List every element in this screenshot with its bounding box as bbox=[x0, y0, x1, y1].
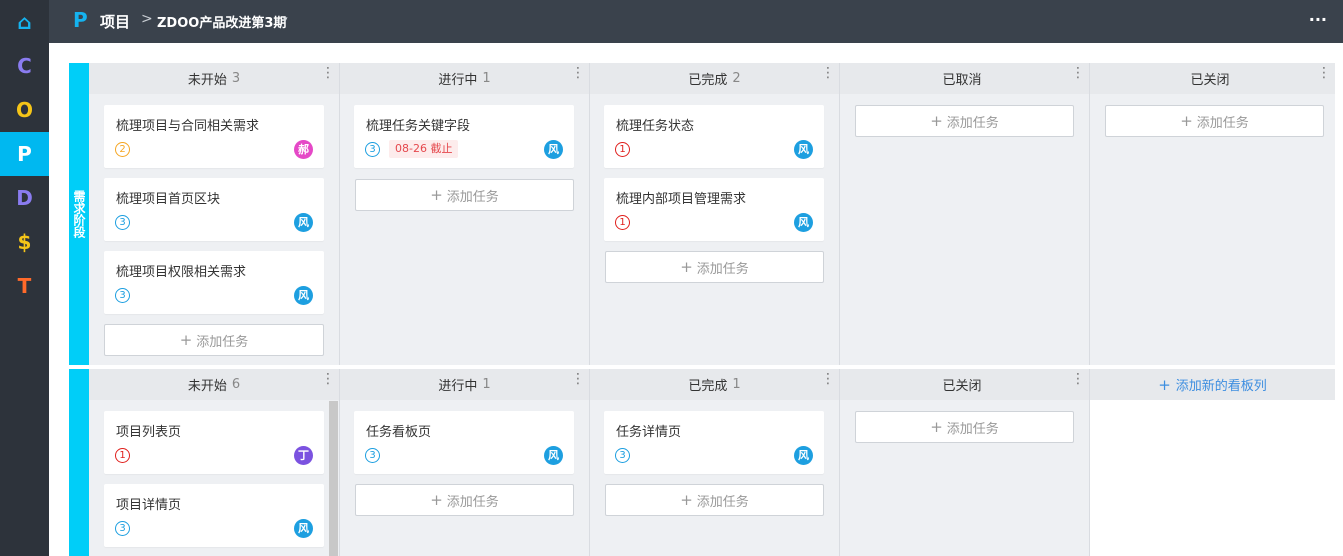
column-header[interactable]: 进行中 1 ⋮ bbox=[340, 369, 589, 400]
task-card[interactable]: 梳理项目与合同相关需求 2 郝 bbox=[104, 105, 324, 168]
lane-label[interactable] bbox=[69, 369, 89, 556]
plus-icon: + bbox=[1158, 375, 1171, 394]
column-menu-icon[interactable]: ⋮ bbox=[821, 66, 835, 80]
nav-cash-icon[interactable]: $ bbox=[0, 220, 49, 264]
priority-badge: 3 bbox=[115, 521, 130, 536]
column-header[interactable]: 已关闭 ⋮ bbox=[840, 369, 1089, 400]
task-title: 任务看板页 bbox=[366, 425, 432, 440]
column-header[interactable]: 已完成 1 ⋮ bbox=[590, 369, 839, 400]
add-task-button[interactable]: + 添加任务 bbox=[355, 179, 574, 211]
column-header[interactable]: 已完成 2 ⋮ bbox=[590, 63, 839, 94]
priority-badge: 1 bbox=[615, 142, 630, 157]
task-card[interactable]: 梳理任务关键字段 3 08-26 截止 风 bbox=[354, 105, 574, 168]
avatar[interactable]: 风 bbox=[794, 213, 813, 232]
column-menu-icon[interactable]: ⋮ bbox=[571, 66, 585, 80]
add-task-button[interactable]: + 添加任务 bbox=[855, 411, 1074, 443]
nav-crm-icon[interactable]: C bbox=[0, 44, 49, 88]
add-task-button[interactable]: + 添加任务 bbox=[104, 324, 324, 356]
more-menu-icon[interactable]: ··· bbox=[1309, 10, 1327, 29]
nav-doc-icon[interactable]: D bbox=[0, 176, 49, 220]
column-menu-icon[interactable]: ⋮ bbox=[571, 372, 585, 386]
task-card[interactable]: 梳理项目首页区块 3 风 bbox=[104, 178, 324, 241]
avatar[interactable]: 丁 bbox=[294, 446, 313, 465]
column-menu-icon[interactable]: ⋮ bbox=[1317, 66, 1331, 80]
plus-icon: + bbox=[1180, 112, 1193, 130]
priority-badge: 3 bbox=[365, 448, 380, 463]
avatar[interactable]: 风 bbox=[794, 140, 813, 159]
column-header[interactable]: 已关闭 ⋮ bbox=[1090, 63, 1335, 94]
priority-badge: 3 bbox=[615, 448, 630, 463]
add-task-button[interactable]: + 添加任务 bbox=[355, 484, 574, 516]
avatar[interactable]: 风 bbox=[294, 286, 313, 305]
priority-badge: 3 bbox=[365, 142, 380, 157]
column-menu-icon[interactable]: ⋮ bbox=[1071, 372, 1085, 386]
project-title[interactable]: ZDOO产品改进第3期 bbox=[157, 12, 286, 31]
avatar[interactable]: 风 bbox=[544, 446, 563, 465]
column-header[interactable]: 进行中 1 ⋮ bbox=[340, 63, 589, 94]
task-title: 梳理项目权限相关需求 bbox=[116, 265, 247, 280]
module-link[interactable]: 项目 bbox=[100, 11, 130, 32]
add-task-button[interactable]: + 添加任务 bbox=[605, 251, 824, 283]
top-bar: P 项目 > ZDOO产品改进第3期 ▾ ··· bbox=[49, 0, 1343, 43]
column-menu-icon[interactable]: ⋮ bbox=[321, 66, 335, 80]
due-date-badge: 08-26 截止 bbox=[389, 140, 459, 158]
task-card[interactable]: 任务详情页 3 风 bbox=[604, 411, 824, 474]
column-header[interactable]: 未开始 3 ⋮ bbox=[89, 63, 339, 94]
plus-icon: + bbox=[179, 331, 193, 349]
column-menu-icon[interactable]: ⋮ bbox=[821, 372, 835, 386]
task-card[interactable]: 项目列表页 1 丁 bbox=[104, 411, 324, 474]
plus-icon: + bbox=[680, 491, 693, 509]
lane-label[interactable]: 需求阶段 bbox=[69, 63, 89, 365]
plus-icon: + bbox=[930, 418, 943, 436]
task-title: 梳理项目首页区块 bbox=[116, 192, 221, 207]
plus-icon: + bbox=[430, 491, 443, 509]
nav-home-icon[interactable]: ⌂ bbox=[0, 0, 49, 44]
project-logo-icon: P bbox=[73, 8, 88, 32]
chevron-down-icon[interactable]: ▾ bbox=[283, 15, 288, 25]
avatar[interactable]: 风 bbox=[294, 519, 313, 538]
plus-icon: + bbox=[430, 186, 443, 204]
add-column-button[interactable]: + 添加新的看板列 bbox=[1090, 369, 1335, 400]
left-nav: ⌂ C O P D $ T bbox=[0, 0, 49, 556]
task-card[interactable]: 任务看板页 3 风 bbox=[354, 411, 574, 474]
avatar[interactable]: 风 bbox=[544, 140, 563, 159]
priority-badge: 1 bbox=[615, 215, 630, 230]
nav-team-icon[interactable]: T bbox=[0, 264, 49, 308]
nav-oa-icon[interactable]: O bbox=[0, 88, 49, 132]
task-card[interactable]: 项目详情页 3 风 bbox=[104, 484, 324, 547]
priority-badge: 2 bbox=[115, 142, 130, 157]
column-body bbox=[1090, 400, 1335, 556]
priority-badge: 1 bbox=[115, 448, 130, 463]
add-task-button[interactable]: + 添加任务 bbox=[1105, 105, 1324, 137]
nav-project-icon[interactable]: P bbox=[0, 132, 49, 176]
avatar[interactable]: 郝 bbox=[294, 140, 313, 159]
task-card[interactable]: 梳理任务状态 1 风 bbox=[604, 105, 824, 168]
column-menu-icon[interactable]: ⋮ bbox=[1071, 66, 1085, 80]
task-title: 梳理任务关键字段 bbox=[366, 119, 471, 134]
column-header[interactable]: 未开始 6 ⋮ bbox=[89, 369, 339, 400]
task-title: 梳理内部项目管理需求 bbox=[616, 192, 747, 207]
avatar[interactable]: 风 bbox=[294, 213, 313, 232]
column-header[interactable]: 已取消 ⋮ bbox=[840, 63, 1089, 94]
task-title: 梳理任务状态 bbox=[616, 119, 695, 134]
task-card[interactable]: 梳理项目权限相关需求 3 风 bbox=[104, 251, 324, 314]
task-title: 任务详情页 bbox=[616, 425, 682, 440]
task-title: 梳理项目与合同相关需求 bbox=[116, 119, 260, 134]
priority-badge: 3 bbox=[115, 215, 130, 230]
breadcrumb-separator: > bbox=[141, 11, 153, 27]
task-card[interactable]: 梳理内部项目管理需求 1 风 bbox=[604, 178, 824, 241]
column-menu-icon[interactable]: ⋮ bbox=[321, 372, 335, 386]
task-title: 项目详情页 bbox=[116, 498, 182, 513]
priority-badge: 3 bbox=[115, 288, 130, 303]
column-scrollbar[interactable] bbox=[329, 401, 338, 556]
plus-icon: + bbox=[930, 112, 943, 130]
plus-icon: + bbox=[680, 258, 693, 276]
add-task-button[interactable]: + 添加任务 bbox=[605, 484, 824, 516]
avatar[interactable]: 风 bbox=[794, 446, 813, 465]
task-title: 项目列表页 bbox=[116, 425, 182, 440]
add-task-button[interactable]: + 添加任务 bbox=[855, 105, 1074, 137]
